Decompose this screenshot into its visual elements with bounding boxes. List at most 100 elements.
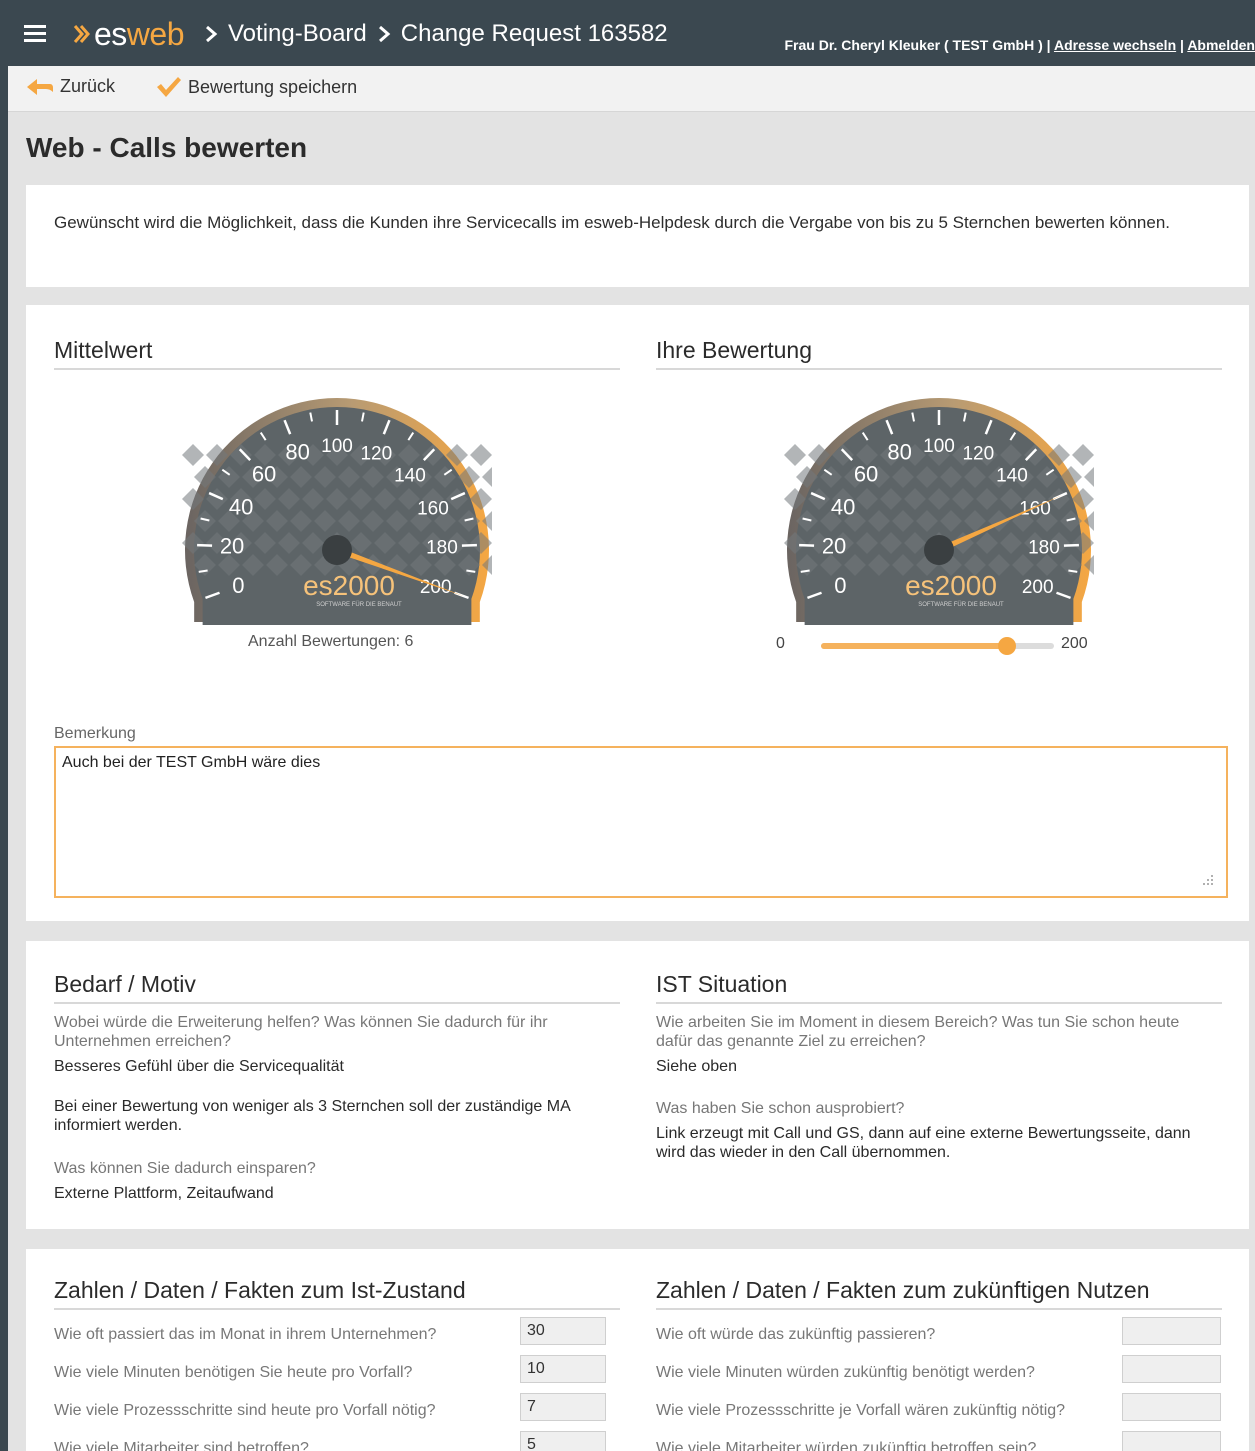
chevron-right-icon [378, 25, 391, 43]
facts-now-label-2: Wie viele Minuten benötigen Sie heute pr… [54, 1364, 413, 1381]
page-title: Web - Calls bewerten [26, 132, 308, 163]
back-button[interactable]: Zurück [26, 76, 115, 97]
facts-now-input-4[interactable] [520, 1431, 606, 1451]
slider-handle[interactable] [998, 637, 1017, 655]
facts-future-label-3: Wie viele Prozessschritte je Vorfall wär… [656, 1402, 1066, 1419]
current-question-2: Was haben Sie schon ausprobiert? [656, 1100, 905, 1117]
user-info: Frau Dr. Cheryl Kleuker ( TEST GmbH ) | … [784, 37, 1255, 53]
gauge-tick-label: 120 [962, 444, 994, 465]
own-gauge: 0 20 40 60 80 100 120140 160 180 200 es2000SOFTWAR… [784, 398, 1094, 625]
slider-track[interactable] [821, 637, 1054, 655]
needs-situation-panel: Bedarf / Motiv Wobei würde die Erweiteru… [26, 941, 1249, 1229]
remark-label: Bemerkung [54, 725, 136, 742]
own-rating-heading: Ihre Bewertung [656, 337, 1222, 370]
gauge-tick-label: 40 [831, 494, 855, 519]
rating-count: Anzahl Bewertungen: 6 [248, 633, 414, 650]
gauge-brand: es2000 [303, 570, 395, 601]
needs-heading: Bedarf / Motiv [54, 971, 620, 1004]
facts-panel: Zahlen / Daten / Fakten zum Ist-Zustand … [26, 1249, 1249, 1451]
gauge-tick-label: 200 [420, 577, 452, 598]
chevron-right-icon [206, 25, 218, 43]
gauge-tick [461, 543, 477, 547]
needs-answer-2: Externe Plattform, Zeitaufwand [54, 1185, 274, 1202]
save-rating-button[interactable]: Bewertung speichern [156, 76, 357, 98]
gauge-tick [198, 569, 208, 573]
facts-now-heading: Zahlen / Daten / Fakten zum Ist-Zustand [54, 1277, 620, 1310]
top-bar: esweb Voting-Board Change Request 163582… [0, 0, 1255, 66]
facts-now-input-3[interactable] [520, 1393, 606, 1421]
gauge-tick [799, 543, 815, 547]
facts-future-heading: Zahlen / Daten / Fakten zum zukünftigen … [656, 1277, 1222, 1310]
slider-min-label: 0 [776, 635, 785, 652]
gauge-tick-label: 180 [1028, 537, 1060, 558]
current-answer-1: Siehe oben [656, 1058, 737, 1075]
gauge-tick-label: 140 [394, 465, 426, 486]
arrow-left-icon [27, 78, 53, 95]
facts-now-label-4: Wie viele Mitarbeiter sind betroffen? [54, 1440, 309, 1451]
facts-now-input-1[interactable] [520, 1317, 606, 1345]
mean-heading: Mittelwert [54, 337, 620, 370]
facts-now-label-3: Wie viele Prozessschritte sind heute pro… [54, 1402, 436, 1419]
app-logo[interactable]: esweb [72, 14, 185, 54]
logout-link[interactable]: Abmelden [1187, 37, 1255, 53]
description-text: Gewünscht wird die Möglichkeit, dass die… [54, 213, 1170, 232]
description-panel: Gewünscht wird die Möglichkeit, dass die… [26, 185, 1249, 287]
facts-future-input-4[interactable] [1122, 1431, 1221, 1451]
gauge-tick [197, 543, 213, 547]
left-strip [0, 66, 8, 1451]
gauge-tick-label: 60 [252, 461, 276, 486]
needs-answer-1b: Bei einer Bewertung von weniger als 3 St… [54, 1098, 570, 1134]
gauge-tick-label: 80 [887, 440, 911, 465]
gauge-tick-label: 80 [285, 440, 309, 465]
gauge-tick-label: 200 [1022, 577, 1054, 598]
gauge-tick-label: 120 [360, 444, 392, 465]
gauge-hub [322, 535, 352, 565]
logo-arrow-icon [73, 25, 90, 43]
breadcrumb-voting-board[interactable]: Voting-Board [228, 20, 367, 48]
gauge-tick-label: 20 [220, 533, 244, 558]
mean-gauge: 0 20 40 60 80 100 120140 160 180 200 es2000SOFTWAR… [182, 398, 492, 625]
gauge-tick-label: 140 [996, 465, 1028, 486]
gauge-tagline: SOFTWARE FÜR DIE BENAUT [918, 601, 1004, 608]
current-situation-heading: IST Situation [656, 971, 1222, 1004]
change-address-link[interactable]: Adresse wechseln [1054, 37, 1176, 53]
gauge-tick-label: 60 [854, 461, 878, 486]
gauge-tick-label: 100 [923, 436, 955, 457]
gauge-tick [466, 569, 476, 573]
facts-now-input-2[interactable] [520, 1355, 606, 1383]
gauge-tick [1068, 569, 1078, 573]
facts-future-input-3[interactable] [1122, 1393, 1221, 1421]
breadcrumb-change-request[interactable]: Change Request 163582 [401, 20, 668, 48]
gauge-tick-label: 160 [417, 498, 449, 519]
gauge-hub [924, 535, 954, 565]
facts-future-label-2: Wie viele Minuten würden zukünftig benöt… [656, 1364, 1035, 1381]
slider-max-label: 200 [1061, 635, 1088, 652]
facts-future-input-2[interactable] [1122, 1355, 1221, 1383]
needs-question-1: Wobei würde die Erweiterung helfen? Was … [54, 1014, 548, 1050]
gauge-tick-label: 40 [229, 494, 253, 519]
gauge-tick-label: 20 [822, 533, 846, 558]
slider-fill [821, 643, 1008, 649]
checkmark-icon [157, 77, 181, 97]
breadcrumb: Voting-Board Change Request 163582 [200, 20, 668, 48]
resize-handle-icon[interactable] [1201, 873, 1215, 887]
gauge-tick-label: 160 [1019, 498, 1051, 519]
gauge-tick-label: 0 [232, 573, 244, 598]
hamburger-icon[interactable] [24, 25, 46, 43]
main-content: Zurück Bewertung speichern Web - Calls b… [8, 66, 1255, 1451]
rating-slider: 0 200 [776, 630, 1096, 660]
current-answer-2: Link erzeugt mit Call und GS, dann auf e… [656, 1125, 1191, 1161]
needs-answer-1: Besseres Gefühl über die Servicequalität [54, 1058, 344, 1075]
facts-future-input-1[interactable] [1122, 1317, 1221, 1345]
rating-panel: Mittelwert Ihre Bewertung 0 20 40 60 80 100 12… [26, 305, 1249, 921]
remark-textarea[interactable]: Auch bei der TEST GmbH wäre dies [54, 746, 1228, 898]
gauge-body: 0 20 40 60 80 100 120140 160 180 200 es2000SOFTWAR… [182, 398, 492, 625]
gauge-tagline: SOFTWARE FÜR DIE BENAUT [316, 601, 402, 608]
gauge-tick [800, 569, 810, 573]
gauge-brand: es2000 [905, 570, 997, 601]
gauge-body: 0 20 40 60 80 100 120140 160 180 200 es2000SOFTWAR… [784, 398, 1094, 625]
facts-now-label-1: Wie oft passiert das im Monat in ihrem U… [54, 1326, 437, 1343]
user-name: Frau Dr. Cheryl Kleuker ( TEST GmbH ) [784, 37, 1043, 53]
toolbar: Zurück Bewertung speichern [8, 66, 1255, 112]
gauge-tick-label: 0 [834, 573, 846, 598]
